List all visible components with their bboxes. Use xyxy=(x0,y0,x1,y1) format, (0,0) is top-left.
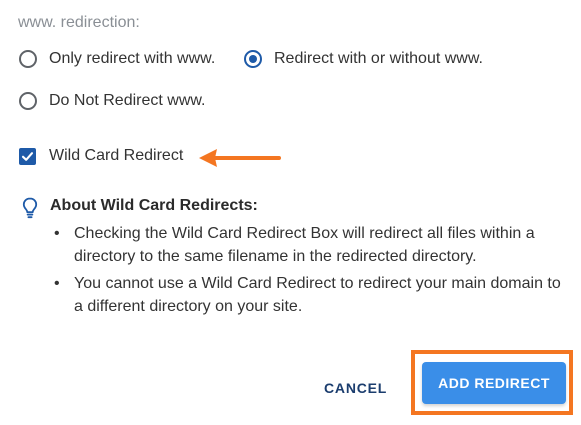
radio-redirect-with-or-without-www[interactable]: Redirect with or without www. xyxy=(244,50,483,68)
radio-only-redirect-with-www[interactable]: Only redirect with www. xyxy=(19,50,215,68)
radio-label: Redirect with or without www. xyxy=(274,50,483,67)
info-list: Checking the Wild Card Redirect Box will… xyxy=(50,222,570,322)
radio-button-selected[interactable] xyxy=(244,50,262,68)
radio-label: Do Not Redirect www. xyxy=(49,92,206,109)
radio-label: Only redirect with www. xyxy=(49,50,216,67)
wildcard-redirect-checkbox-row[interactable]: Wild Card Redirect xyxy=(19,147,183,165)
cancel-button[interactable]: CANCEL xyxy=(318,376,393,400)
radio-button[interactable] xyxy=(19,92,37,110)
info-bullet: Checking the Wild Card Redirect Box will… xyxy=(50,222,570,268)
info-bullet: You cannot use a Wild Card Redirect to r… xyxy=(50,272,570,318)
wildcard-redirect-label: Wild Card Redirect xyxy=(49,147,184,164)
checkmark-icon xyxy=(21,151,34,161)
radio-button[interactable] xyxy=(19,50,37,68)
radio-do-not-redirect-www[interactable]: Do Not Redirect www. xyxy=(19,92,206,110)
wildcard-redirect-checkbox[interactable] xyxy=(19,147,36,165)
arrow-annotation-icon xyxy=(199,149,281,167)
add-redirect-button[interactable]: ADD REDIRECT xyxy=(422,362,566,404)
lightbulb-icon xyxy=(22,197,38,219)
info-title: About Wild Card Redirects: xyxy=(50,197,258,214)
www-redirection-label: www. redirection: xyxy=(18,14,140,31)
